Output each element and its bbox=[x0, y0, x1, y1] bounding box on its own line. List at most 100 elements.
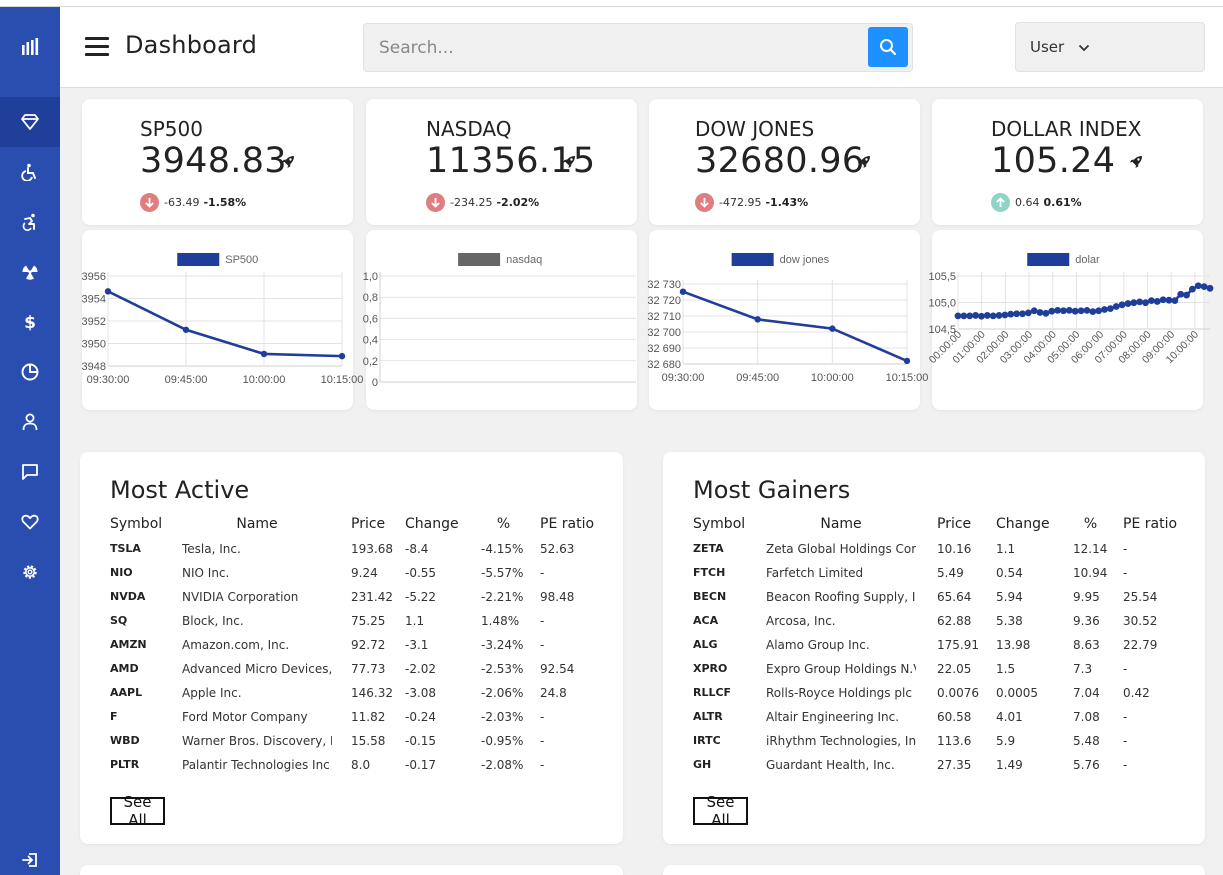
data-point[interactable] bbox=[1194, 282, 1202, 290]
column-header[interactable]: % bbox=[1073, 516, 1108, 532]
data-point[interactable] bbox=[1124, 300, 1132, 307]
data-point[interactable] bbox=[903, 357, 911, 365]
data-point[interactable] bbox=[960, 312, 968, 320]
data-point[interactable] bbox=[1042, 309, 1050, 317]
data-point[interactable] bbox=[1007, 310, 1015, 318]
data-point[interactable] bbox=[1013, 310, 1021, 318]
sidebar-item-settings[interactable] bbox=[0, 547, 60, 597]
sidebar-item-logout[interactable] bbox=[0, 840, 60, 875]
data-point[interactable] bbox=[679, 288, 687, 295]
data-point[interactable] bbox=[966, 312, 974, 320]
most-gainers-see-all-button[interactable]: See All bbox=[693, 793, 748, 829]
data-point[interactable] bbox=[1171, 297, 1179, 304]
sidebar-item-risk[interactable] bbox=[0, 247, 60, 297]
table-row[interactable]: RLLCF Rolls-Royce Holdings plc 0.0076 0.000… bbox=[663, 686, 1205, 704]
table-row[interactable]: IRTC iRhythm Technologies, Inc 113.6 5.9 5.4… bbox=[663, 734, 1205, 752]
data-point[interactable] bbox=[1106, 305, 1114, 313]
data-point[interactable] bbox=[1077, 307, 1085, 315]
table-row[interactable]: BECN Beacon Roofing Supply, Ir 65.64 5.94 9.… bbox=[663, 590, 1205, 608]
data-point[interactable] bbox=[972, 312, 979, 319]
data-point[interactable] bbox=[1030, 307, 1038, 315]
table-row[interactable]: ALG Alamo Group Inc. 175.91 13.98 8.63 22.79 bbox=[663, 638, 1205, 656]
column-header[interactable]: Symbol bbox=[110, 516, 162, 532]
search-button[interactable] bbox=[868, 27, 908, 67]
table-row[interactable]: PLTR Palantir Technologies Inc 8.0 -0.17 -2.… bbox=[80, 758, 623, 776]
sidebar-item-activity[interactable] bbox=[0, 197, 60, 247]
sidebar-item-messages[interactable] bbox=[0, 447, 60, 497]
menu-toggle-button[interactable] bbox=[85, 37, 109, 57]
data-point[interactable] bbox=[1101, 306, 1108, 313]
data-point[interactable] bbox=[1147, 297, 1155, 304]
table-row[interactable]: SQ Block, Inc. 75.25 1.1 1.48% - bbox=[80, 614, 623, 632]
sidebar-item-finance[interactable]: $ bbox=[0, 297, 60, 347]
column-header[interactable]: Price bbox=[351, 516, 385, 532]
table-row[interactable]: WBD Warner Bros. Discovery, Ir 15.58 -0.15 -… bbox=[80, 734, 623, 752]
data-point[interactable] bbox=[1048, 307, 1056, 315]
data-point[interactable] bbox=[1060, 307, 1067, 315]
sidebar-item-analytics[interactable] bbox=[0, 22, 60, 72]
data-point[interactable] bbox=[1206, 284, 1214, 292]
data-point[interactable] bbox=[983, 312, 991, 319]
column-header[interactable]: PE ratio bbox=[540, 516, 594, 532]
data-point[interactable] bbox=[1118, 301, 1126, 309]
sidebar-item-reports[interactable] bbox=[0, 347, 60, 397]
column-header[interactable]: Name bbox=[766, 516, 916, 532]
data-point[interactable] bbox=[338, 352, 346, 360]
table-row[interactable]: FTCH Farfetch Limited 5.49 0.54 10.94 - bbox=[663, 566, 1205, 584]
data-point[interactable] bbox=[1112, 303, 1120, 310]
table-row[interactable]: F Ford Motor Company 11.82 -0.24 -2.03% - bbox=[80, 710, 623, 728]
data-point[interactable] bbox=[829, 325, 836, 332]
sidebar-item-accessibility[interactable] bbox=[0, 147, 60, 197]
table-row[interactable]: ACA Arcosa, Inc. 62.88 5.38 9.36 30.52 bbox=[663, 614, 1205, 632]
data-point[interactable] bbox=[954, 312, 962, 320]
column-header[interactable]: Change bbox=[405, 516, 459, 532]
data-point[interactable] bbox=[1159, 296, 1167, 304]
index-card[interactable]: DOW JONES 32680.96 -472.95 -1.43% bbox=[649, 99, 920, 225]
data-point[interactable] bbox=[1036, 309, 1044, 316]
sidebar-item-favorites[interactable] bbox=[0, 497, 60, 547]
search-input[interactable] bbox=[364, 24, 864, 71]
column-header[interactable]: Symbol bbox=[693, 516, 745, 532]
data-point[interactable] bbox=[1200, 283, 1208, 290]
data-point[interactable] bbox=[182, 326, 190, 333]
data-point[interactable] bbox=[1165, 296, 1173, 304]
data-point[interactable] bbox=[1019, 310, 1026, 318]
sidebar-item-portfolio[interactable] bbox=[0, 97, 60, 147]
data-point[interactable] bbox=[1054, 306, 1062, 314]
data-point[interactable] bbox=[978, 312, 985, 320]
column-header[interactable]: Change bbox=[996, 516, 1050, 532]
data-point[interactable] bbox=[1001, 311, 1009, 319]
table-row[interactable]: XPRO Expro Group Holdings N.V 22.05 1.5 7.3 - bbox=[663, 662, 1205, 680]
data-point[interactable] bbox=[1183, 291, 1190, 299]
data-point[interactable] bbox=[104, 288, 112, 295]
column-header[interactable]: Name bbox=[182, 516, 332, 532]
data-point[interactable] bbox=[1089, 308, 1097, 316]
data-point[interactable] bbox=[1083, 306, 1091, 314]
data-point[interactable] bbox=[260, 350, 268, 358]
column-header[interactable]: PE ratio bbox=[1123, 516, 1177, 532]
data-point[interactable] bbox=[1177, 290, 1185, 298]
column-header[interactable]: % bbox=[481, 516, 526, 532]
data-point[interactable] bbox=[1024, 309, 1032, 317]
data-point[interactable] bbox=[995, 312, 1003, 319]
index-card[interactable]: SP500 3948.83 -63.49 -1.58% bbox=[82, 99, 353, 225]
data-point[interactable] bbox=[1142, 299, 1149, 307]
table-row[interactable]: AMZN Amazon.com, Inc. 92.72 -3.1 -3.24% - bbox=[80, 638, 623, 656]
table-row[interactable]: ZETA Zeta Global Holdings Cor 10.16 1.1 12.1… bbox=[663, 542, 1205, 560]
data-point[interactable] bbox=[754, 316, 761, 323]
data-point[interactable] bbox=[1065, 306, 1073, 314]
table-row[interactable]: AAPL Apple Inc. 146.32 -3.08 -2.06% 24.8 bbox=[80, 686, 623, 704]
data-point[interactable] bbox=[1136, 298, 1144, 306]
data-point[interactable] bbox=[1130, 299, 1138, 307]
table-row[interactable]: NIO NIO Inc. 9.24 -0.55 -5.57% - bbox=[80, 566, 623, 584]
table-row[interactable]: TSLA Tesla, Inc. 193.68 -8.4 -4.15% 52.63 bbox=[80, 542, 623, 560]
data-point[interactable] bbox=[989, 312, 997, 320]
data-point[interactable] bbox=[1189, 285, 1196, 293]
index-card[interactable]: DOLLAR INDEX 105.24 0.64 0.61% bbox=[932, 99, 1203, 225]
table-row[interactable]: GH Guardant Health, Inc. 27.35 1.49 5.76 - bbox=[663, 758, 1205, 776]
data-point[interactable] bbox=[1153, 298, 1161, 305]
column-header[interactable]: Price bbox=[937, 516, 971, 532]
sidebar-item-profile[interactable] bbox=[0, 397, 60, 447]
table-row[interactable]: AMD Advanced Micro Devices, 77.73 -2.02 -2.5… bbox=[80, 662, 623, 680]
table-row[interactable]: ALTR Altair Engineering Inc. 60.58 4.01 7.08… bbox=[663, 710, 1205, 728]
